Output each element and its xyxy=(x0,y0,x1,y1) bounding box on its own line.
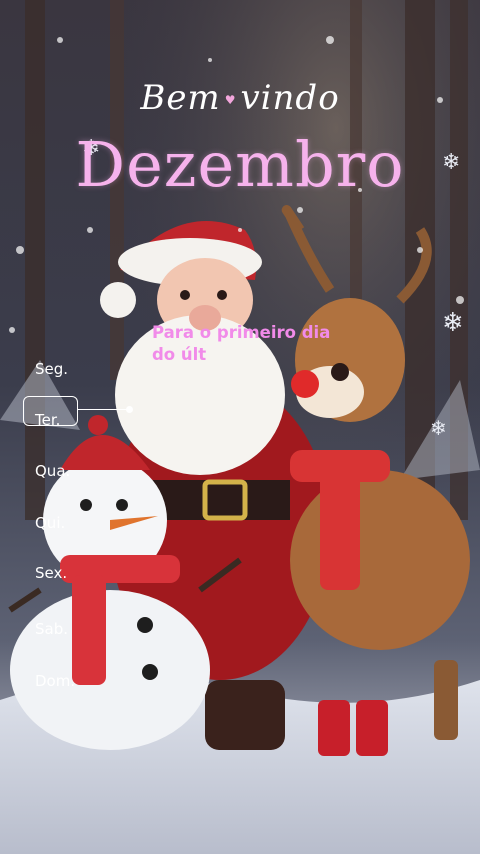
month-title: Dezembro xyxy=(75,128,405,201)
weekday-option-dom[interactable]: Dom. xyxy=(35,672,95,690)
weekday-option-sex[interactable]: Sex. xyxy=(35,564,95,582)
weekday-option-qua[interactable]: Qua. xyxy=(35,462,95,480)
snowflake-icon: ❄ xyxy=(430,416,447,440)
caption-text: Para o primeiro dia do últ xyxy=(152,322,402,366)
snowflake-icon: ❄ xyxy=(442,308,464,338)
weekday-option-sab[interactable]: Sab. xyxy=(35,620,95,638)
caption-line-1: Para o primeiro dia xyxy=(152,323,331,342)
weekday-option-seg[interactable]: Seg. xyxy=(35,360,95,378)
welcome-word-bem: Bem xyxy=(140,78,221,118)
caption-line-2: do últ xyxy=(152,345,207,364)
weekday-option-ter[interactable]: Ter. xyxy=(35,411,95,429)
welcome-word-vindo: vindo xyxy=(240,78,340,118)
selected-day-connector-line xyxy=(78,409,128,410)
selected-day-connector-dot xyxy=(126,406,133,413)
welcome-title: Bem ♥ vindo xyxy=(0,78,480,118)
heart-icon: ♥ xyxy=(224,93,237,107)
weekday-option-qui[interactable]: Qui. xyxy=(35,514,95,532)
